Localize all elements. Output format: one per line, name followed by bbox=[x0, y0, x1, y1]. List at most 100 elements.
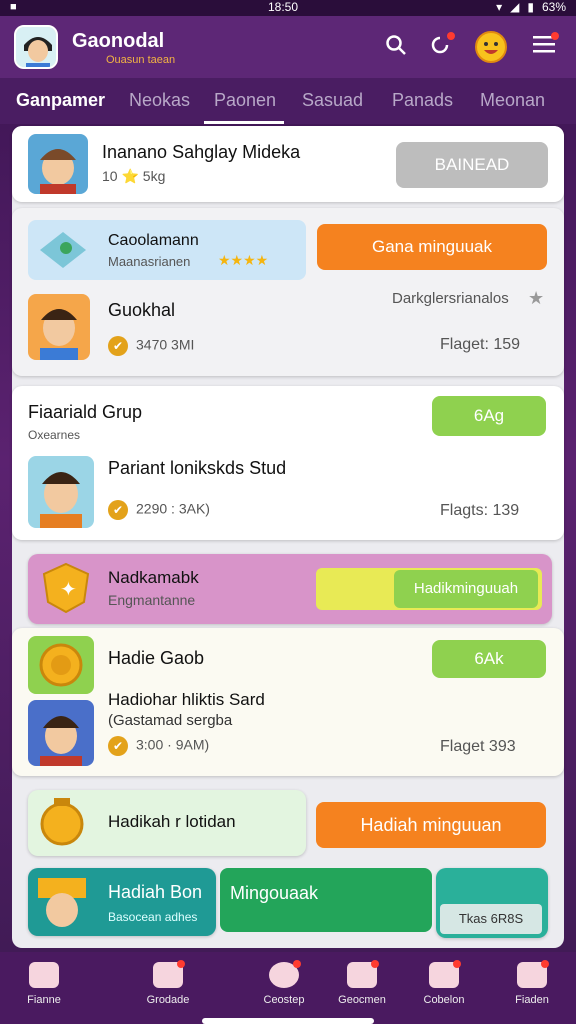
nav-collection[interactable]: Cobelon bbox=[408, 960, 480, 1006]
nav-collection-label: Cobelon bbox=[423, 994, 465, 1006]
group-item-flags: Flagts: 139 bbox=[440, 502, 520, 519]
signal-icon: ◢ bbox=[510, 0, 520, 14]
search-icon[interactable] bbox=[383, 34, 409, 60]
card5-item-sub: (Gastamad sergba bbox=[108, 712, 233, 729]
nav-heart-label: Ceostep bbox=[263, 994, 305, 1006]
rewards-icon bbox=[517, 960, 549, 988]
wifi-icon: ▾ bbox=[496, 0, 503, 14]
group-card: Fiaariald Grup Oxearnes 6Ag Pariant loni… bbox=[12, 386, 564, 540]
nav-messages-label: Geocmen bbox=[338, 994, 386, 1006]
reward-card-2: Caoolamann Maanasrianen ★★★★ Gana minguu… bbox=[12, 208, 564, 376]
battery-icon: ▮ bbox=[527, 0, 534, 14]
card5-item-thumbnail bbox=[28, 700, 94, 766]
character-thumbnail bbox=[28, 294, 90, 360]
nav-rewards-label: Fiaden bbox=[515, 994, 549, 1006]
avatar[interactable] bbox=[14, 25, 58, 69]
bottom-navigation: Fianne Grodade Ceostep Geocmen Cobelon F… bbox=[0, 952, 576, 1024]
reward-card-6[interactable]: Hadikah r lotidan bbox=[28, 790, 306, 856]
notification-dot bbox=[447, 32, 455, 40]
coin-icon: ✔ bbox=[108, 736, 128, 756]
status-bar: ■ 18:50 ▾ ◢ ▮ 63% bbox=[0, 0, 576, 16]
card7-title: Hadiah Bon bbox=[108, 882, 203, 902]
card7-sub: Basocean adhes bbox=[108, 910, 198, 924]
refresh-icon[interactable] bbox=[427, 32, 455, 60]
tab-meonan[interactable]: Meonan bbox=[480, 90, 545, 111]
card5-item-title: Hadiohar hliktis Sard bbox=[108, 690, 265, 709]
home-icon bbox=[29, 962, 59, 988]
nav-heart[interactable]: Ceostep bbox=[248, 960, 320, 1006]
app-subtitle: Ouasun taean bbox=[106, 54, 176, 66]
active-tab-indicator bbox=[204, 121, 284, 124]
emoji-reward-icon[interactable] bbox=[474, 30, 508, 64]
nav-rewards[interactable]: Fiaden bbox=[496, 960, 568, 1006]
tab-paonen[interactable]: Paonen bbox=[214, 90, 276, 111]
coin-icon: ✔ bbox=[108, 336, 128, 356]
nav-home[interactable]: Fianne bbox=[8, 962, 80, 1006]
svg-text:✦: ✦ bbox=[60, 579, 77, 601]
tag-card[interactable]: Tkas 6R8S bbox=[436, 868, 548, 938]
menu-notification-dot bbox=[551, 32, 559, 40]
progress-fill-label: Hadikminguuah bbox=[394, 570, 538, 608]
group-item-thumbnail bbox=[28, 456, 94, 528]
card-title: Inanano Sahglay Mideka bbox=[102, 142, 301, 162]
nav-home-label: Fianne bbox=[27, 994, 61, 1006]
nav-gift[interactable]: Grodade bbox=[132, 960, 204, 1006]
promo-banner[interactable]: Caoolamann Maanasrianen ★★★★ bbox=[28, 220, 306, 280]
badge-icon: ✦ bbox=[40, 562, 92, 614]
nav-gift-label: Grodade bbox=[146, 994, 190, 1006]
message-icon bbox=[347, 960, 379, 988]
reward-card-7[interactable]: Hadiah Bon Basocean adhes bbox=[28, 868, 216, 936]
tab-neokas[interactable]: Neokas bbox=[129, 90, 190, 111]
group-item-meta: 2290 : 3AK) bbox=[136, 500, 210, 517]
group-sub: Oxearnes bbox=[28, 428, 81, 442]
game-thumbnail bbox=[28, 134, 88, 194]
category-tabs: Ganpamer Neokas Paonen Sasuad Panads Meo… bbox=[0, 78, 576, 124]
reward-card-4: ✦ Nadkamabk Engmantanne Hadikminguuah bbox=[28, 554, 552, 624]
heart-icon bbox=[269, 960, 301, 988]
medal-thumbnail bbox=[28, 636, 94, 694]
tag-label: Tkas 6R8S bbox=[440, 904, 542, 934]
card4-title: Nadkamabk bbox=[108, 568, 199, 587]
menu-icon[interactable] bbox=[531, 32, 559, 60]
card-meta: 10 ⭐ 5kg bbox=[102, 168, 166, 184]
banner-title: Caoolamann bbox=[108, 232, 199, 249]
hadiah-button[interactable]: Hadiah minguuan bbox=[316, 802, 546, 848]
item-meta: 3470 3MI bbox=[136, 336, 195, 353]
reward-card-1[interactable]: Inanano Sahglay Mideka 10 ⭐ 5kg BAINEAD bbox=[12, 126, 564, 202]
coin-icon: ✔ bbox=[108, 500, 128, 520]
map-icon bbox=[36, 228, 90, 272]
chest-character-icon bbox=[34, 872, 90, 932]
card5-button[interactable]: 6Ak bbox=[432, 640, 546, 678]
group-action-button[interactable]: 6Ag bbox=[432, 396, 546, 436]
card5-title: Hadie Gaob bbox=[108, 648, 205, 668]
mingouaak-button[interactable]: Mingouaak bbox=[220, 868, 432, 932]
item-right-label: Darkglersrianalos bbox=[392, 290, 509, 307]
battery-percent: 63% bbox=[541, 0, 566, 14]
tab-sasuad[interactable]: Sasuad bbox=[302, 90, 363, 111]
app-header: Gaonodal Ouasun taean bbox=[0, 16, 576, 78]
reward-card-5: Hadie Gaob 6Ak Hadiohar hliktis Sard (Ga… bbox=[12, 628, 564, 776]
collection-icon bbox=[429, 960, 461, 988]
app-notification-icon: ■ bbox=[10, 1, 17, 13]
trophy-icon bbox=[36, 796, 88, 850]
home-indicator[interactable] bbox=[202, 1018, 374, 1024]
nav-messages[interactable]: Geocmen bbox=[326, 960, 398, 1006]
tab-ganpamer[interactable]: Ganpamer bbox=[16, 90, 105, 111]
star-icon[interactable]: ★ bbox=[528, 288, 544, 309]
card4-sub: Engmantanne bbox=[108, 592, 196, 608]
card6-title: Hadikah r lotidan bbox=[108, 812, 236, 831]
tab-panads[interactable]: Panads bbox=[392, 90, 453, 111]
item-flag-count: Flaget: 159 bbox=[440, 336, 521, 353]
claim-button[interactable]: BAINEAD bbox=[396, 142, 548, 188]
status-icons: ▾ ◢ ▮ 63% bbox=[496, 0, 566, 14]
app-title: Gaonodal bbox=[72, 30, 165, 52]
gift-icon bbox=[153, 960, 185, 988]
group-title: Fiaariald Grup bbox=[28, 402, 143, 422]
gana-button[interactable]: Gana minguuak bbox=[317, 224, 547, 270]
card5-item-time: 3:00 · 9AM) bbox=[136, 736, 210, 753]
item-title: Guokhal bbox=[108, 300, 176, 320]
banner-sub: Maanasrianen bbox=[108, 254, 191, 269]
card5-flags: Flaget 393 bbox=[440, 738, 516, 755]
group-item-title: Pariant lonikskds Stud bbox=[108, 458, 287, 478]
progress-button[interactable]: Hadikminguuah bbox=[316, 568, 542, 610]
